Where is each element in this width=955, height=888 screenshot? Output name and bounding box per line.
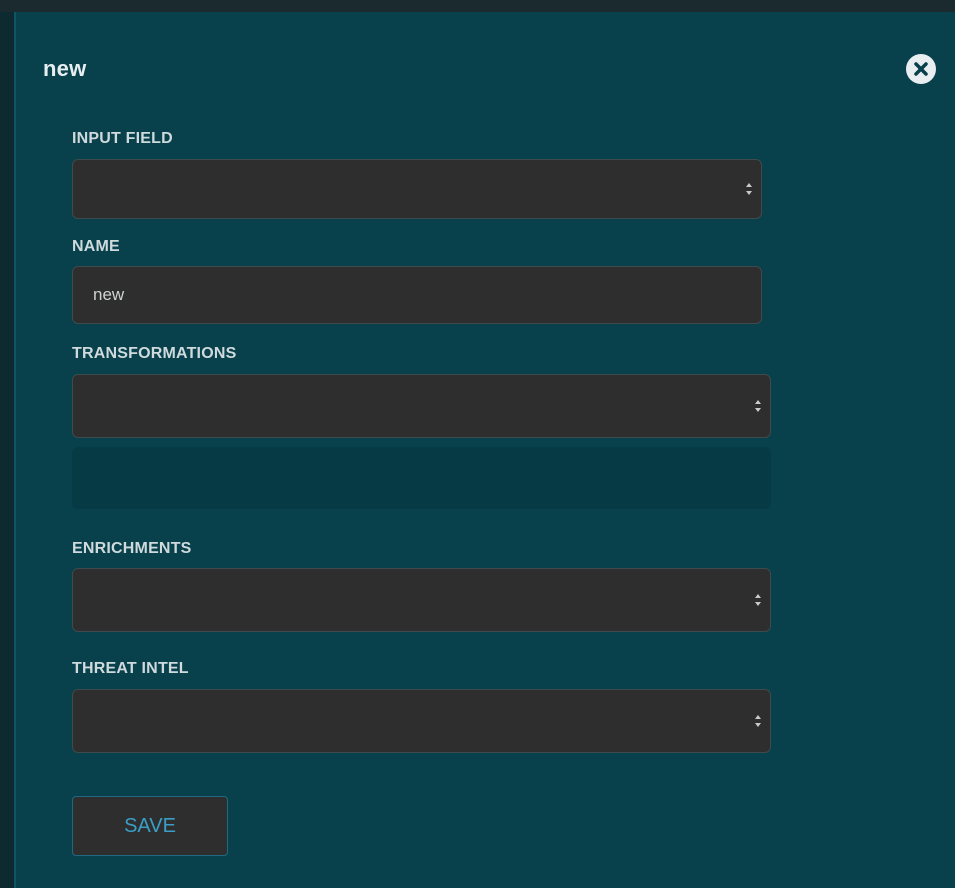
threat-intel-label: THREAT INTEL xyxy=(72,660,189,677)
left-edge xyxy=(0,12,14,888)
close-icon[interactable] xyxy=(906,54,936,84)
transformations-label: TRANSFORMATIONS xyxy=(72,345,237,362)
name-value: new xyxy=(93,285,125,304)
name-label: NAME xyxy=(72,238,120,255)
panel-title: new xyxy=(43,56,87,81)
top-bar xyxy=(0,0,955,12)
app-frame: new INPUT FIELD NAME new TRANSFORMATIONS xyxy=(0,0,955,888)
name-input[interactable]: new xyxy=(72,266,762,324)
transformations-select[interactable] xyxy=(72,374,771,438)
threat-intel-select[interactable] xyxy=(72,689,771,753)
input-field-select[interactable] xyxy=(72,159,762,219)
save-button[interactable]: SAVE xyxy=(72,796,228,856)
select-arrows-icon xyxy=(746,183,752,195)
select-arrows-icon xyxy=(755,400,761,412)
select-arrows-icon xyxy=(755,594,761,606)
enrichments-label: ENRICHMENTS xyxy=(72,540,192,557)
edit-panel: new INPUT FIELD NAME new TRANSFORMATIONS xyxy=(14,12,955,888)
select-arrows-icon xyxy=(755,715,761,727)
enrichments-select[interactable] xyxy=(72,568,771,632)
input-field-label: INPUT FIELD xyxy=(72,130,173,147)
transformations-list-area xyxy=(72,447,771,509)
